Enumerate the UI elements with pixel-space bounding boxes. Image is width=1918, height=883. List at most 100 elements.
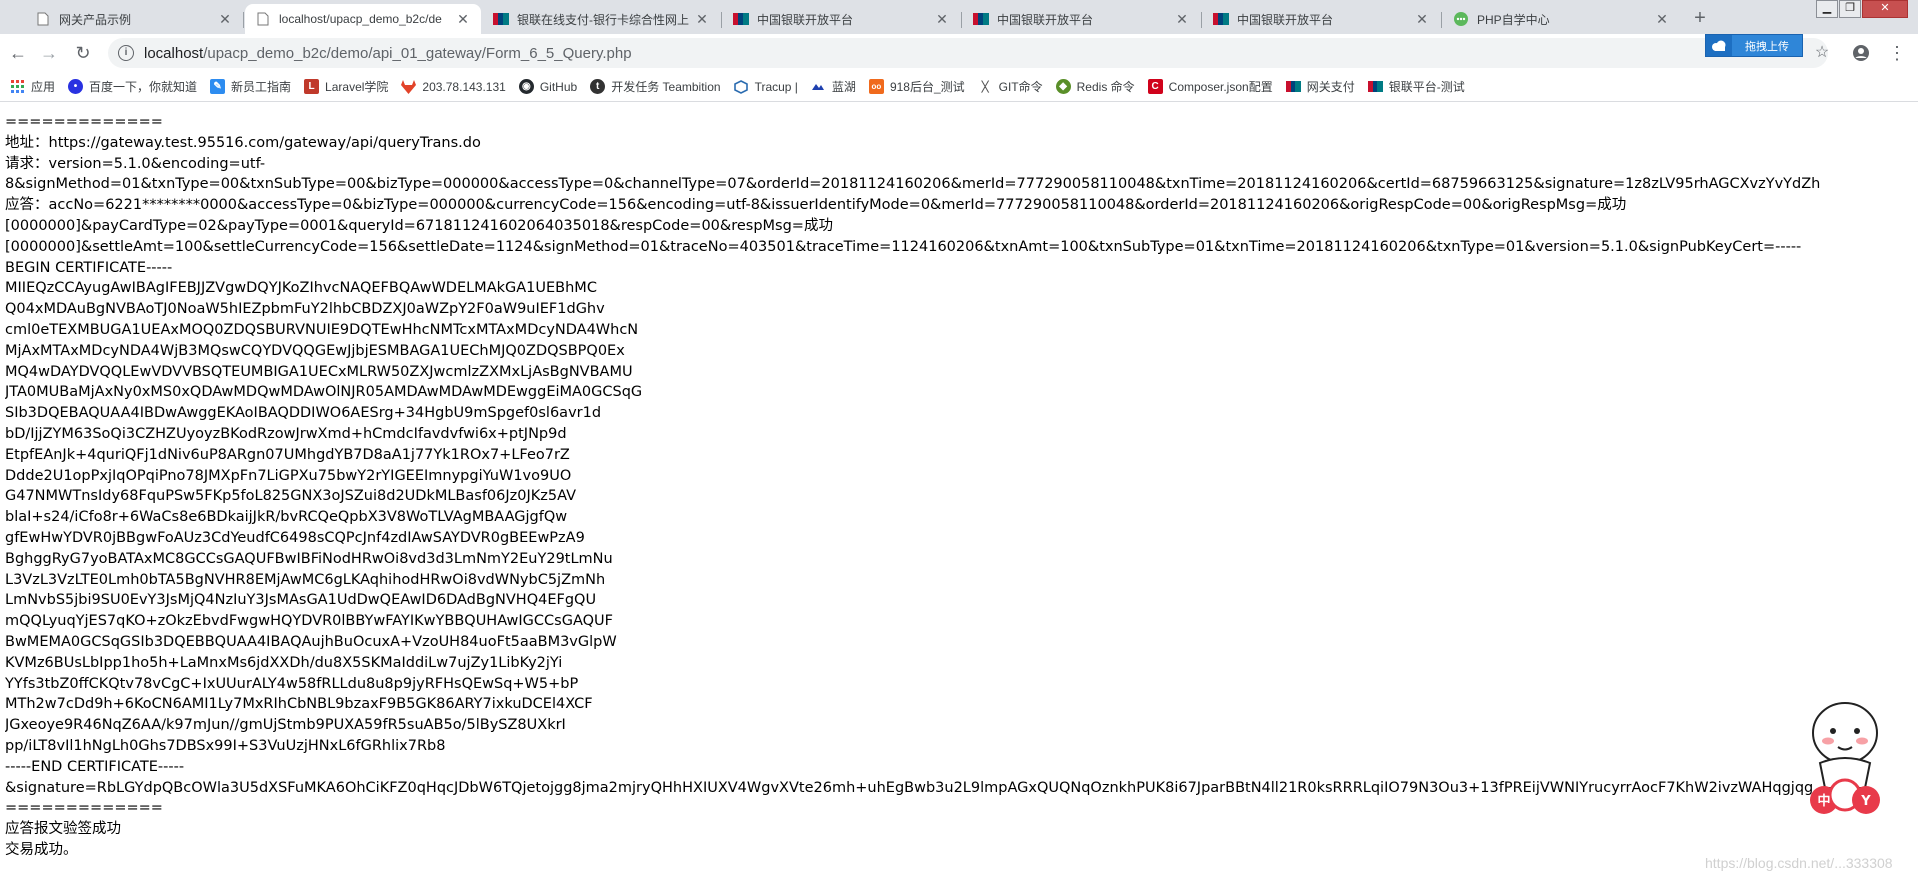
bookmark-label: 百度一下，你就知道 bbox=[89, 80, 198, 94]
unionpay-icon bbox=[1285, 79, 1301, 94]
tab-title: 中国银联开放平台 bbox=[757, 12, 854, 27]
close-tab-icon[interactable]: ✕ bbox=[1654, 11, 1670, 28]
certificate-line: blaI+s24/iCfo8r+6WaCs8e6BDkaijJkR/bvRCQe… bbox=[5, 509, 568, 526]
bookmark-lanhu[interactable]: 蓝湖 bbox=[811, 78, 856, 95]
tab-title: PHP自学中心 bbox=[1477, 12, 1550, 27]
bookmark-label: 银联平台-测试 bbox=[1388, 80, 1465, 94]
unionpay-icon bbox=[493, 11, 509, 27]
certificate-line: MQ4wDAYDVQQLEwVDVVBSQTEUMBIGA1UECxMLRW50… bbox=[5, 363, 633, 380]
unionpay-icon bbox=[973, 11, 989, 27]
bookmark-label: 开发任务 Teambition bbox=[611, 80, 721, 94]
browser-tab-6[interactable]: 中国银联开放平台 ✕ bbox=[1203, 4, 1440, 34]
new-tab-button[interactable]: + bbox=[1687, 6, 1713, 32]
bookmark-gateway-pay[interactable]: 网关支付 bbox=[1285, 78, 1355, 95]
chat-bubble-icon bbox=[1453, 11, 1469, 27]
back-button[interactable]: ← bbox=[6, 41, 30, 65]
close-tab-icon[interactable]: ✕ bbox=[1174, 11, 1190, 28]
certificate-line: JTA0MUBaMjAxNy0xMS0xQDAwMDQwMDAwOlNJR05A… bbox=[5, 384, 643, 401]
certificate-line: gfEwHwYDVR0jBBgwFoAUz3CdYeudfC6498sCQPcJ… bbox=[5, 529, 585, 546]
bookmark-gitlab-server[interactable]: 203.78.143.131 bbox=[401, 79, 506, 94]
close-tab-icon[interactable]: ✕ bbox=[217, 11, 233, 28]
separator-line: ============= bbox=[5, 800, 163, 817]
menu-icon[interactable]: ⋮ bbox=[1885, 41, 1909, 65]
bookmark-apps[interactable]: 应用 bbox=[10, 78, 55, 95]
browser-tab-2[interactable]: localhost/upacp_demo_b2c/de ✕ bbox=[245, 4, 481, 34]
bookmark-star-icon[interactable]: ☆ bbox=[1810, 41, 1834, 65]
bookmark-git-commands[interactable]: ᚷ GIT命令 bbox=[978, 78, 1043, 95]
bookmark-unionpay-test[interactable]: 银联平台-测试 bbox=[1367, 78, 1465, 95]
bookmark-918-admin[interactable]: oo 918后台_测试 bbox=[868, 78, 965, 95]
tab-divider bbox=[243, 12, 244, 28]
certificate-line: BghggRyG7yoBATAxMC8GCCsGAQUFBwIBFiNodHRw… bbox=[5, 550, 613, 567]
tab-title: 网关产品示例 bbox=[59, 12, 132, 27]
certificate-line: pp/iLT8vIl1hNgLh0Ghs7DBSx99I+S3VuUzjHNxL… bbox=[5, 737, 446, 754]
tab-strip: 网关产品示例 ✕ localhost/upacp_demo_b2c/de ✕ 银… bbox=[0, 0, 1918, 34]
bookmark-label: Composer.json配置 bbox=[1168, 80, 1273, 94]
github-icon: ◉ bbox=[518, 79, 534, 94]
laravel-icon: L bbox=[304, 79, 320, 94]
tab-title: 中国银联开放平台 bbox=[997, 12, 1094, 27]
certificate-line: L3VzL3VzLTE0Lmh0bTA5BgNVHR8EMjAwMC6gLKAq… bbox=[5, 571, 606, 588]
browser-tab-1[interactable]: 网关产品示例 ✕ bbox=[25, 4, 243, 34]
close-tab-icon[interactable]: ✕ bbox=[934, 11, 950, 28]
certificate-line: bD/IjjZYM63SoQi3CZHZUyoyzBKodRzowJrwXmd+… bbox=[5, 425, 567, 442]
teambition-icon: t bbox=[590, 79, 606, 94]
bookmark-composer[interactable]: C Composer.json配置 bbox=[1147, 78, 1273, 95]
composer-icon: C bbox=[1147, 79, 1163, 94]
close-window-button[interactable]: ✕ bbox=[1862, 0, 1908, 18]
bookmark-label: Laravel学院 bbox=[325, 80, 389, 94]
close-tab-icon[interactable]: ✕ bbox=[1414, 11, 1430, 28]
upload-label: 拖拽上传 bbox=[1745, 40, 1789, 53]
forward-button[interactable]: → bbox=[37, 41, 61, 65]
certificate-line: Q04xMDAuBgNVBAoTJ0NoaW5hIEZpbmFuY2lhbCBD… bbox=[5, 301, 605, 318]
bookmark-tracup[interactable]: Tracup | bbox=[734, 79, 798, 94]
gateway-address-line: 地址：https://gateway.test.95516.com/gatewa… bbox=[5, 134, 481, 151]
mascot-widget[interactable]: 中 Y bbox=[1800, 695, 1890, 820]
browser-tab-3[interactable]: 银联在线支付-银行卡综合性网上 ✕ bbox=[483, 4, 720, 34]
browser-tab-7[interactable]: PHP自学中心 ✕ bbox=[1443, 4, 1680, 34]
bookmark-label: Redis 命令 bbox=[1076, 80, 1135, 94]
browser-tab-5[interactable]: 中国银联开放平台 ✕ bbox=[963, 4, 1200, 34]
transaction-result-line: 交易成功。 bbox=[5, 841, 78, 858]
close-tab-icon[interactable]: ✕ bbox=[694, 11, 710, 28]
bookmark-label: 918后台_测试 bbox=[889, 80, 965, 94]
certificate-line: cml0eTEXMBUGA1UEAxMOQ0ZDQSBURVNUIE9DQTEw… bbox=[5, 321, 639, 338]
close-tab-icon[interactable]: ✕ bbox=[455, 11, 471, 28]
tab-title: 银联在线支付-银行卡综合性网上 bbox=[517, 12, 689, 27]
request-line: 8&signMethod=01&txnType=00&txnSubType=00… bbox=[5, 176, 1821, 193]
info-icon[interactable]: i bbox=[118, 45, 134, 61]
bookmark-laravel[interactable]: L Laravel学院 bbox=[304, 78, 388, 95]
bookmark-label: Tracup | bbox=[754, 79, 798, 94]
minimize-button[interactable]: ▁ bbox=[1816, 0, 1838, 18]
request-line: 请求：version=5.1.0&encoding=utf- bbox=[5, 155, 266, 172]
apps-grid-icon bbox=[10, 79, 25, 94]
svg-text:中: 中 bbox=[1817, 793, 1830, 809]
address-bar[interactable]: i localhost/upacp_demo_b2c/demo/api_01_g… bbox=[108, 38, 1828, 68]
baidu-paw-icon: • bbox=[68, 79, 84, 94]
upload-button[interactable]: 拖拽上传 bbox=[1705, 34, 1803, 57]
bookmark-label: 网关支付 bbox=[1306, 80, 1355, 94]
doc-icon: ✎ bbox=[210, 79, 226, 94]
certificate-line: SIb3DQEBAQUAA4IBDwAwggEKAoIBAQDDIWO6AESr… bbox=[5, 405, 602, 422]
browser-tab-4[interactable]: 中国银联开放平台 ✕ bbox=[723, 4, 960, 34]
reload-button[interactable]: ↻ bbox=[71, 41, 95, 65]
url-text: localhost/upacp_demo_b2c/demo/api_01_gat… bbox=[144, 45, 632, 62]
certificate-line: MjAxMTAxMDcyNDA4WjB3MQswCQYDVQQGEwJjbjES… bbox=[5, 342, 625, 359]
page-icon bbox=[35, 11, 51, 27]
tracup-icon bbox=[734, 79, 749, 94]
bookmark-github[interactable]: ◉ GitHub bbox=[518, 79, 577, 94]
response-line: 应答：accNo=6221********0000&accessType=0&b… bbox=[5, 197, 1627, 214]
bookmark-label: GIT命令 bbox=[998, 80, 1043, 94]
response-line: [0000000]&settleAmt=100&settleCurrencyCo… bbox=[5, 238, 1802, 255]
maximize-button[interactable]: ❐ bbox=[1839, 0, 1861, 18]
bookmark-teambition[interactable]: t 开发任务 Teambition bbox=[590, 78, 721, 95]
bookmark-redis[interactable]: ◆ Redis 命令 bbox=[1055, 78, 1135, 95]
bookmark-new-staff-guide[interactable]: ✎ 新员工指南 bbox=[210, 78, 291, 95]
gitlab-icon bbox=[401, 79, 417, 94]
profile-icon[interactable] bbox=[1849, 41, 1873, 65]
bookmark-baidu[interactable]: • 百度一下，你就知道 bbox=[68, 78, 197, 95]
tab-title: 中国银联开放平台 bbox=[1237, 12, 1334, 27]
certificate-line: MTh2w7cDd9h+6KoCN6AMI1Ly7MxRIhCbNBL9bzax… bbox=[5, 696, 593, 713]
unionpay-icon bbox=[1213, 11, 1229, 27]
verify-result-line: 应答报文验签成功 bbox=[5, 821, 121, 838]
